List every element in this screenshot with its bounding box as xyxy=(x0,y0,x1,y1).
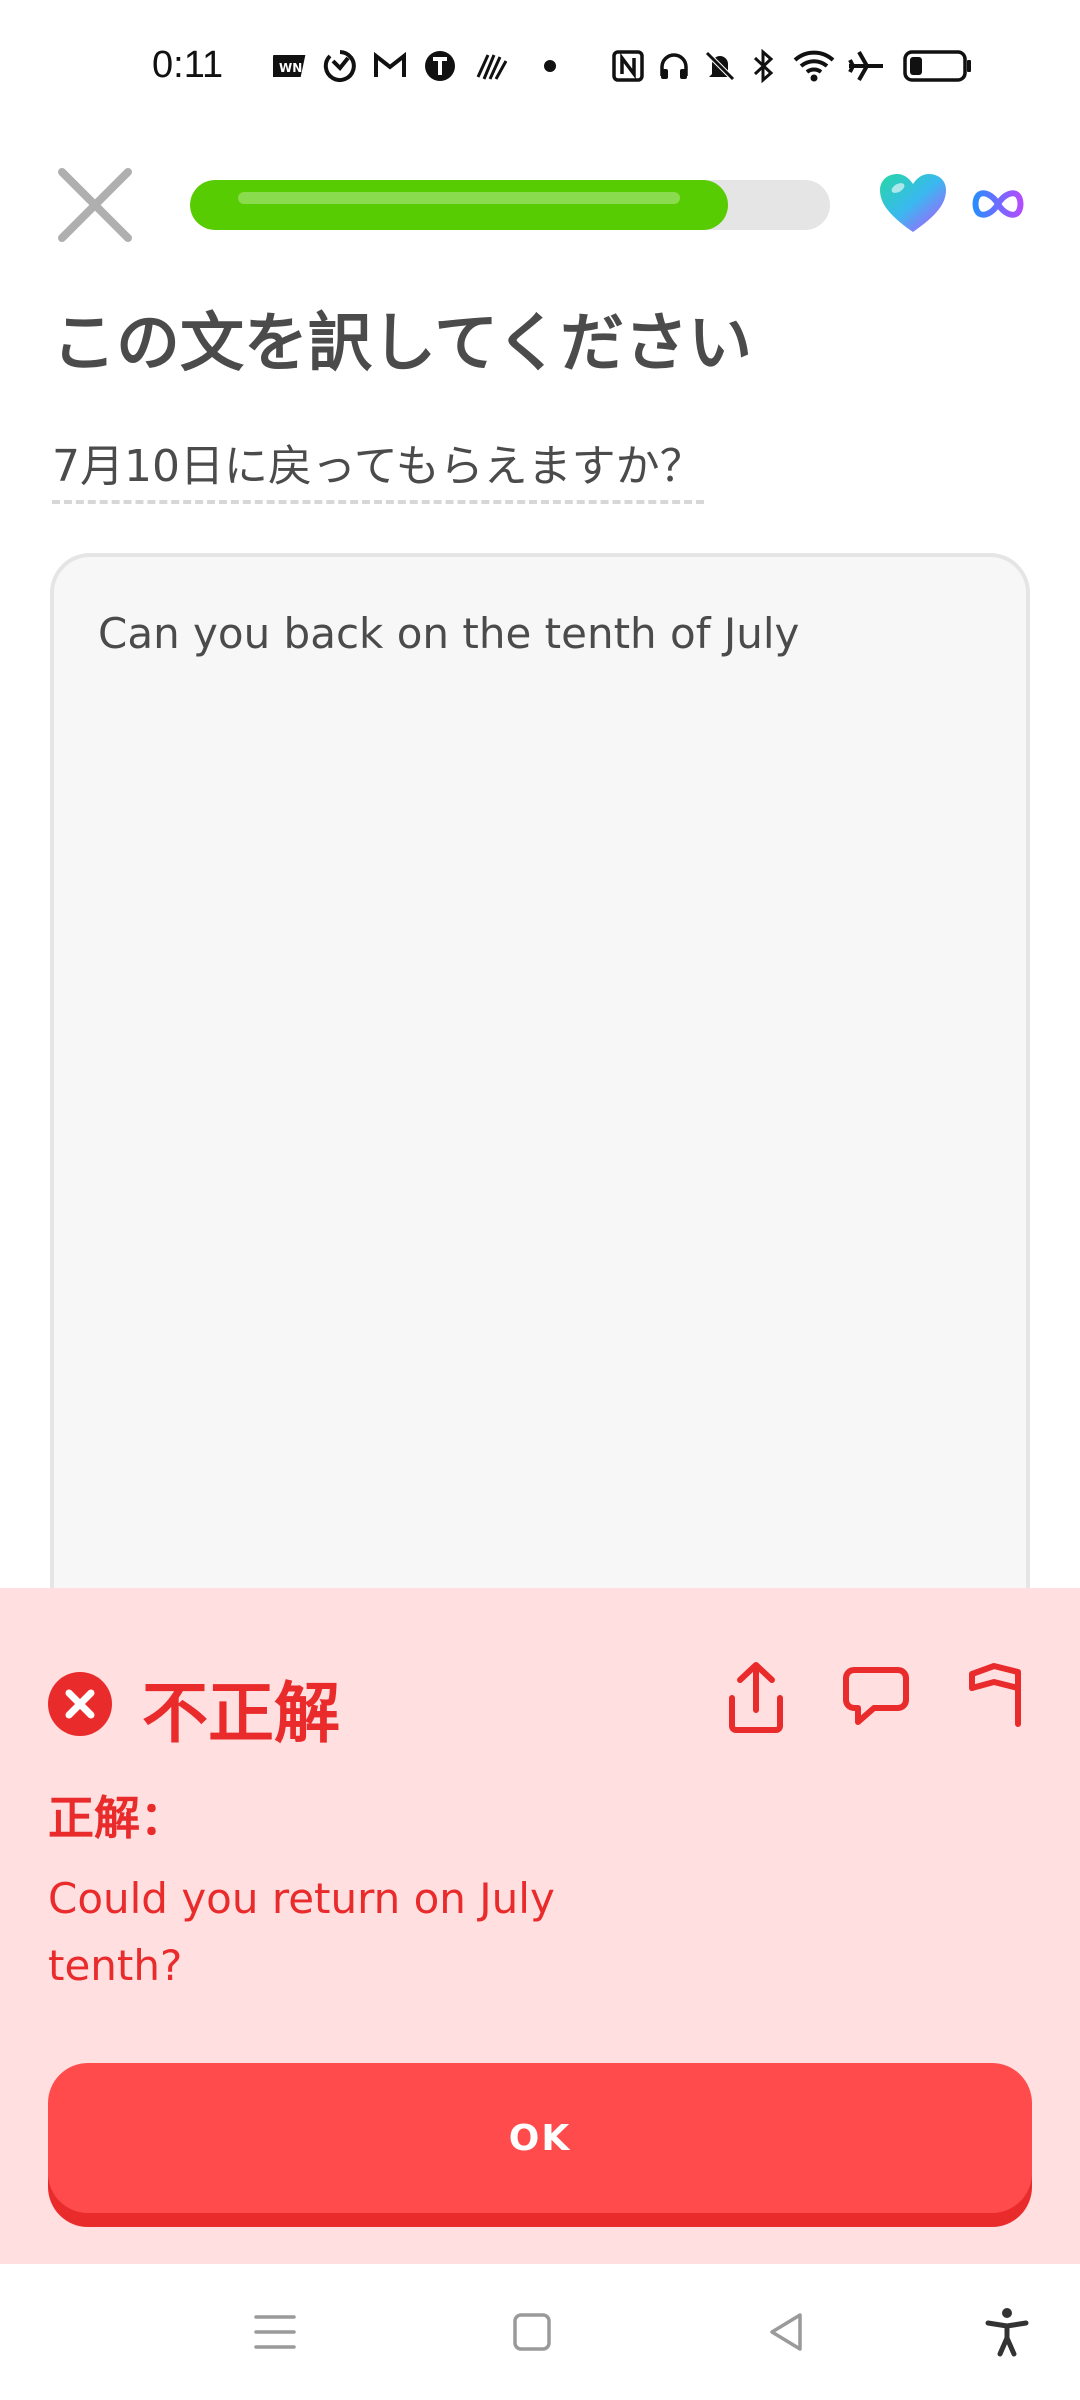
answer-text: Can you back on the tenth of July xyxy=(98,609,800,658)
app-news-icon: WN xyxy=(272,48,308,84)
progress-highlight xyxy=(238,192,680,204)
app-sync-icon xyxy=(322,48,358,84)
instruction-title: この文を訳してください xyxy=(52,307,753,381)
airplane-icon xyxy=(846,48,886,84)
incorrect-icon xyxy=(48,1672,112,1736)
gmail-icon xyxy=(372,48,408,84)
svg-text:WN: WN xyxy=(279,61,302,75)
infinity-icon xyxy=(970,184,1026,224)
ok-button[interactable]: OK xyxy=(48,2063,1032,2213)
status-time: 0:11 xyxy=(152,44,224,86)
share-icon[interactable] xyxy=(720,1660,792,1736)
app-t-icon xyxy=(422,48,458,84)
lesson-progress-bar xyxy=(190,180,830,230)
menu-icon[interactable] xyxy=(248,2305,302,2359)
comment-icon[interactable] xyxy=(840,1660,912,1736)
wifi-icon xyxy=(792,48,836,84)
prompt-sentence[interactable]: 7月10日に戻ってもらえますか？ xyxy=(52,430,704,504)
solution-label: 正解： xyxy=(48,1791,186,1845)
nfc-icon xyxy=(610,48,646,84)
bell-muted-icon xyxy=(702,48,738,84)
back-icon[interactable] xyxy=(760,2305,814,2359)
answer-input[interactable]: Can you back on the tenth of July xyxy=(50,553,1030,1653)
home-icon[interactable] xyxy=(505,2305,559,2359)
status-bar: 0:11 WN xyxy=(0,0,1080,135)
ok-button-label: OK xyxy=(508,2117,572,2159)
flag-icon[interactable] xyxy=(962,1660,1034,1736)
battery-icon xyxy=(902,48,974,84)
progress-fill xyxy=(190,180,728,230)
solution-text: Could you return on July tenth? xyxy=(48,1874,555,1990)
verdict-label: 不正解 xyxy=(142,1675,340,1752)
bluetooth-icon xyxy=(748,48,778,84)
dot-icon xyxy=(540,48,560,84)
accessibility-icon[interactable] xyxy=(980,2305,1034,2359)
app-fan-icon xyxy=(474,48,510,84)
close-icon[interactable] xyxy=(54,164,136,246)
headphones-icon xyxy=(656,48,692,84)
heart-icon[interactable] xyxy=(878,172,948,236)
